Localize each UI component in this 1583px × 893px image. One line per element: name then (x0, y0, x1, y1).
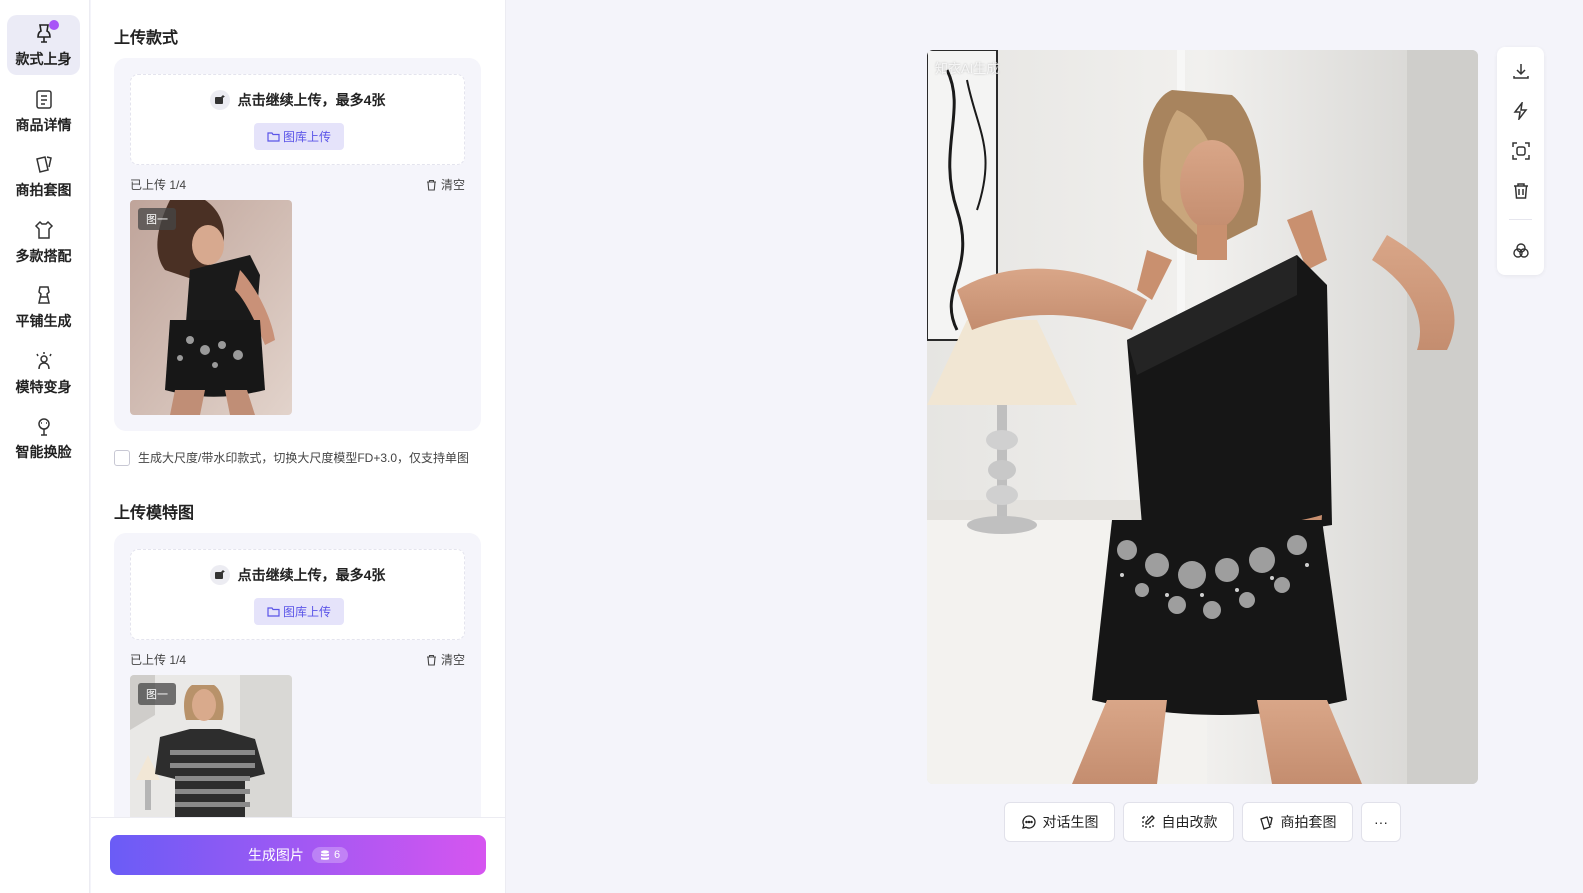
sidebar-item-model-transform[interactable]: 模特变身 (7, 343, 80, 403)
result-image (927, 50, 1478, 784)
sidebar-item-label: 多款搭配 (15, 247, 72, 264)
flat-lay-icon (33, 284, 55, 306)
dropzone-text-row: 点击继续上传，最多4张 (131, 565, 464, 585)
edit-icon (1141, 815, 1155, 828)
add-image-icon (209, 90, 230, 110)
app-root: 款式上身 商品详情 商拍套图 多款搭配 平铺生成 模特变身 智能换脸 上传款式 … (0, 0, 1583, 893)
scan-button[interactable] (1509, 139, 1533, 163)
model-upload-box: 点击继续上传，最多4张 图库上传 已上传 1/4 清空 图一 (114, 533, 481, 817)
result-preview[interactable]: 知衣AI生成 (927, 50, 1478, 784)
dress-form-icon (33, 19, 59, 44)
model-section-title: 上传模特图 (114, 505, 195, 522)
toolbar-divider (1509, 219, 1532, 220)
shirt-icon (33, 219, 55, 241)
cards-icon (33, 153, 55, 175)
sidebar-item-multi-match[interactable]: 多款搭配 (7, 212, 80, 272)
sidebar-item-label: 商品详情 (15, 116, 72, 133)
cards-icon (1259, 816, 1273, 830)
photo-set-button[interactable]: 商拍套图 (1242, 802, 1353, 842)
library-upload-button[interactable]: 图库上传 (254, 598, 344, 625)
free-edit-label: 自由改款 (1161, 814, 1218, 830)
credit-count: 6 (333, 849, 341, 861)
chat-icon (1021, 815, 1036, 829)
download-icon (1513, 64, 1529, 79)
sidebar-item-label: 智能换脸 (15, 443, 72, 460)
document-icon (33, 88, 55, 110)
model-uploaded-row: 已上传 1/4 清空 (130, 651, 465, 668)
style-upload-box: 点击继续上传，最多4张 图库上传 已上传 1/4 清空 图一 (114, 58, 481, 431)
enhance-button[interactable] (1509, 99, 1533, 123)
ai-watermark: 知衣AI生成 (935, 61, 1000, 76)
clear-button[interactable]: 清空 (426, 651, 465, 668)
style-section-title: 上传款式 (114, 30, 179, 47)
trash-icon (426, 179, 436, 191)
more-actions-button[interactable]: ··· (1361, 802, 1401, 842)
style-thumbnail[interactable]: 图一 (130, 200, 292, 415)
sidebar-item-photo-set[interactable]: 商拍套图 (7, 146, 80, 206)
add-image-icon (209, 565, 230, 585)
library-upload-button[interactable]: 图库上传 (254, 123, 344, 150)
photo-set-label: 商拍套图 (1280, 814, 1337, 830)
generate-button[interactable]: 生成图片 6 (110, 835, 486, 875)
thumbnail-tag: 图一 (138, 208, 176, 230)
upload-count: 已上传 1/4 (130, 653, 187, 667)
sidebar-item-face-swap[interactable]: 智能换脸 (7, 408, 80, 468)
style-thumbnail-image (130, 200, 292, 415)
folder-icon (267, 607, 280, 617)
blend-button[interactable] (1509, 239, 1533, 263)
clear-label: 清空 (440, 653, 465, 667)
model-dropzone[interactable]: 点击继续上传，最多4张 图库上传 (130, 549, 465, 640)
dropzone-text: 点击继续上传，最多4张 (237, 92, 386, 108)
chat-generate-button[interactable]: 对话生图 (1004, 802, 1115, 842)
blend-icon (1513, 243, 1529, 258)
sidebar-item-label: 模特变身 (15, 378, 72, 395)
free-edit-button[interactable]: 自由改款 (1123, 802, 1234, 842)
style-uploaded-row: 已上传 1/4 清空 (130, 176, 465, 193)
dropzone-text-row: 点击继续上传，最多4张 (131, 90, 464, 110)
library-upload-label: 图库上传 (282, 130, 331, 144)
image-toolbar (1497, 47, 1544, 275)
lightning-icon (1513, 102, 1528, 120)
scan-icon (1512, 142, 1530, 160)
sidebar-item-label: 款式上身 (15, 50, 72, 67)
notification-dot (48, 19, 59, 30)
trash-icon (1514, 183, 1528, 199)
large-scale-option: 生成大尺度/带水印款式，切换大尺度模型FD+3.0，仅支持单图 (114, 449, 469, 466)
upload-panel: 上传款式 点击继续上传，最多4张 图库上传 已上传 1/4 清空 图一 生成大尺… (91, 0, 506, 893)
upload-count: 已上传 1/4 (130, 178, 187, 192)
folder-icon (267, 132, 280, 142)
sidebar-item-label: 平铺生成 (15, 312, 72, 329)
more-icon: ··· (1374, 814, 1388, 830)
thumbnail-tag: 图一 (138, 683, 176, 705)
clear-button[interactable]: 清空 (426, 176, 465, 193)
sidebar-item-style-try-on[interactable]: 款式上身 (7, 15, 80, 75)
delete-button[interactable] (1509, 179, 1533, 203)
face-swap-icon (33, 415, 55, 437)
trash-icon (426, 654, 436, 666)
chat-generate-label: 对话生图 (1042, 814, 1099, 830)
sidebar: 款式上身 商品详情 商拍套图 多款搭配 平铺生成 模特变身 智能换脸 (0, 0, 90, 893)
coin-stack-icon (320, 849, 329, 860)
library-upload-label: 图库上传 (282, 605, 331, 619)
dropzone-text: 点击继续上传，最多4张 (237, 567, 386, 583)
sidebar-item-label: 商拍套图 (15, 181, 72, 198)
sparkle-person-icon (33, 350, 55, 372)
style-dropzone[interactable]: 点击继续上传，最多4张 图库上传 (130, 74, 465, 165)
panel-footer: 生成图片 6 (91, 817, 505, 893)
generate-label: 生成图片 (247, 847, 304, 863)
download-button[interactable] (1509, 59, 1533, 83)
credit-badge: 6 (311, 847, 349, 863)
clear-label: 清空 (440, 178, 465, 192)
model-thumbnail[interactable]: 图一 (130, 675, 292, 817)
sidebar-item-product-detail[interactable]: 商品详情 (7, 81, 80, 141)
large-scale-checkbox[interactable] (114, 449, 130, 466)
sidebar-item-flat-lay[interactable]: 平铺生成 (7, 277, 80, 337)
large-scale-label: 生成大尺度/带水印款式，切换大尺度模型FD+3.0，仅支持单图 (138, 451, 470, 465)
